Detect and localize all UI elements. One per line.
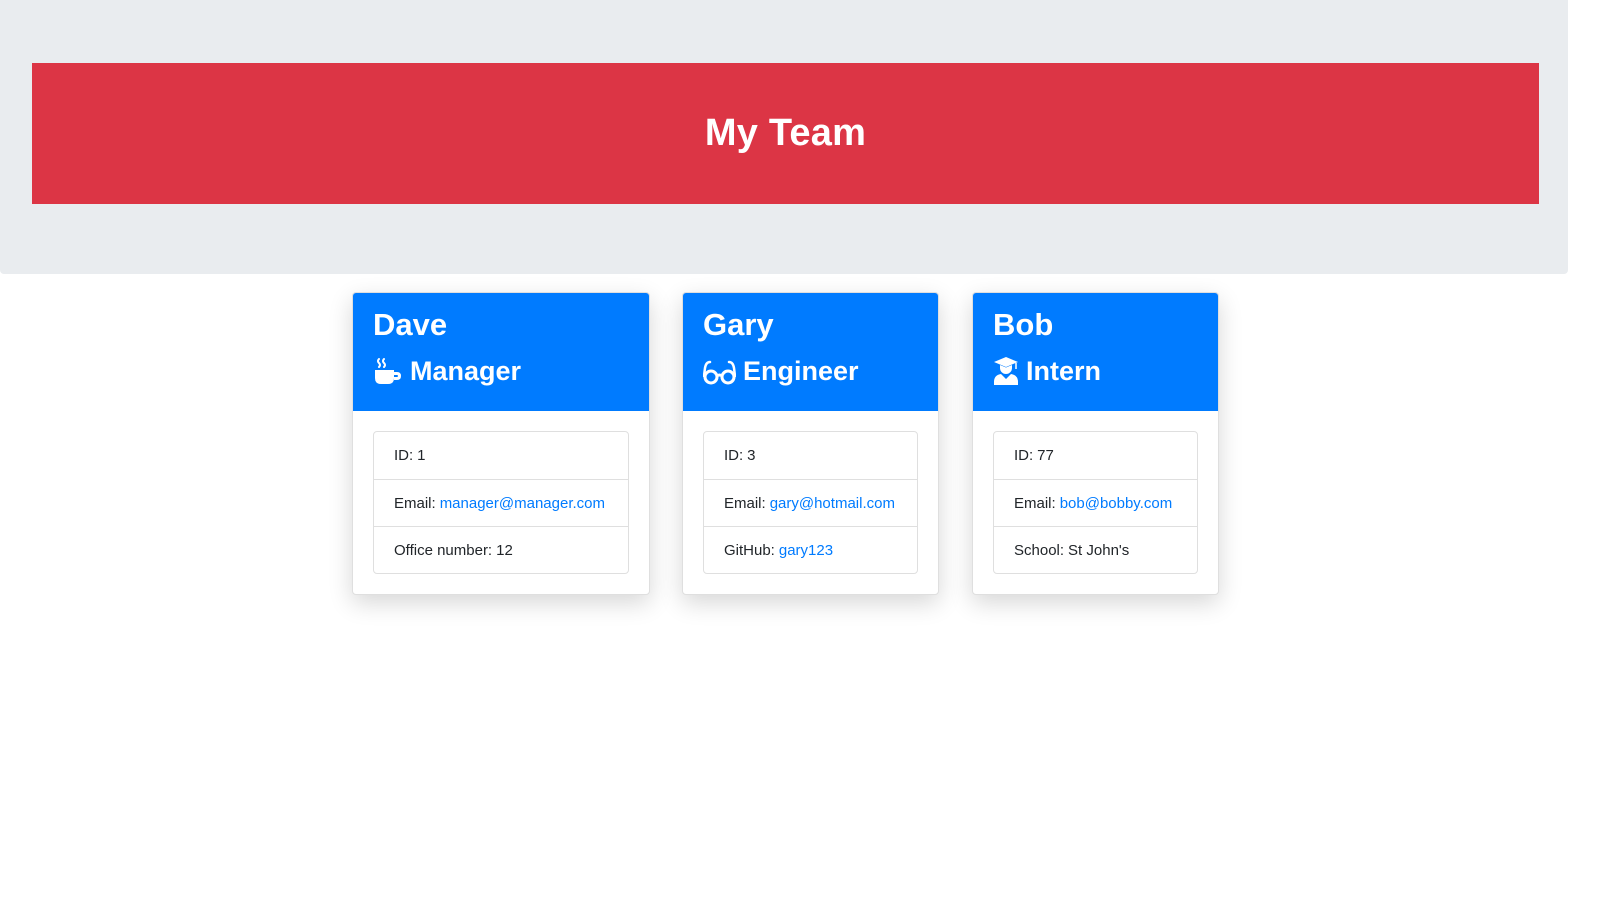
mug-icon <box>373 356 403 386</box>
page-title: My Team <box>704 112 867 154</box>
employee-email-row: Email: manager@manager.com <box>374 479 628 526</box>
employee-details: ID: 3 Email: gary@hotmail.com GitHub: ga… <box>703 431 918 574</box>
team-banner: My Team <box>32 63 1539 204</box>
employee-role: Manager <box>373 353 629 389</box>
id-label: ID: <box>394 447 414 464</box>
id-value: 77 <box>1037 447 1054 464</box>
office-number-row: Office number: 12 <box>374 526 628 573</box>
id-value: 3 <box>747 447 756 464</box>
graduate-icon <box>993 356 1019 386</box>
card-header: Gary Engineer <box>683 293 938 411</box>
email-link[interactable]: bob@bobby.com <box>1060 495 1173 512</box>
office-number-value: 12 <box>496 541 513 559</box>
employee-email-row: Email: gary@hotmail.com <box>704 479 917 526</box>
id-label: ID: <box>1014 447 1034 464</box>
employee-name: Bob <box>993 307 1054 342</box>
github-label: GitHub: <box>724 541 775 559</box>
employee-details: ID: 1 Email: manager@manager.com Office … <box>373 431 629 574</box>
id-label: ID: <box>724 447 744 464</box>
email-link[interactable]: gary@hotmail.com <box>770 495 895 512</box>
email-link[interactable]: manager@manager.com <box>440 495 605 512</box>
github-link[interactable]: gary123 <box>779 542 833 559</box>
employee-role-label: Engineer <box>743 356 859 386</box>
card-body: ID: 3 Email: gary@hotmail.com GitHub: ga… <box>683 411 938 594</box>
github-row: GitHub: gary123 <box>704 526 917 573</box>
card-header: Dave Manager <box>353 293 649 411</box>
card-header: Bob Intern <box>973 293 1218 411</box>
employee-role-label: Manager <box>410 356 522 386</box>
employee-role: Intern <box>993 353 1198 389</box>
school-value: St John's <box>1068 541 1130 559</box>
employee-card-intern: Bob Intern ID: 77 Email: bob@bobby.com S… <box>972 292 1219 595</box>
employee-details: ID: 77 Email: bob@bobby.com School: St J… <box>993 431 1198 574</box>
email-label: Email: <box>724 494 766 512</box>
jumbotron: My Team <box>0 0 1568 274</box>
employee-name: Gary <box>703 307 774 342</box>
employee-id-row: ID: 1 <box>374 432 628 479</box>
card-body: ID: 77 Email: bob@bobby.com School: St J… <box>973 411 1218 594</box>
employee-card-manager: Dave Manager ID: 1 Email: manager@manage… <box>352 292 650 595</box>
id-value: 1 <box>417 447 426 464</box>
employee-email-row: Email: bob@bobby.com <box>994 479 1197 526</box>
email-label: Email: <box>394 494 436 512</box>
employee-role: Engineer <box>703 353 918 389</box>
employee-id-row: ID: 77 <box>994 432 1197 479</box>
glasses-icon <box>703 356 736 386</box>
school-row: School: St John's <box>994 526 1197 573</box>
office-number-label: Office number: <box>394 541 493 559</box>
employee-name: Dave <box>373 307 448 342</box>
card-body: ID: 1 Email: manager@manager.com Office … <box>353 411 649 594</box>
employee-card-engineer: Gary Engineer ID: 3 Email: gary@hotmail.… <box>682 292 939 595</box>
employee-id-row: ID: 3 <box>704 432 917 479</box>
email-label: Email: <box>1014 494 1056 512</box>
school-label: School: <box>1014 541 1065 559</box>
employee-role-label: Intern <box>1026 356 1102 386</box>
